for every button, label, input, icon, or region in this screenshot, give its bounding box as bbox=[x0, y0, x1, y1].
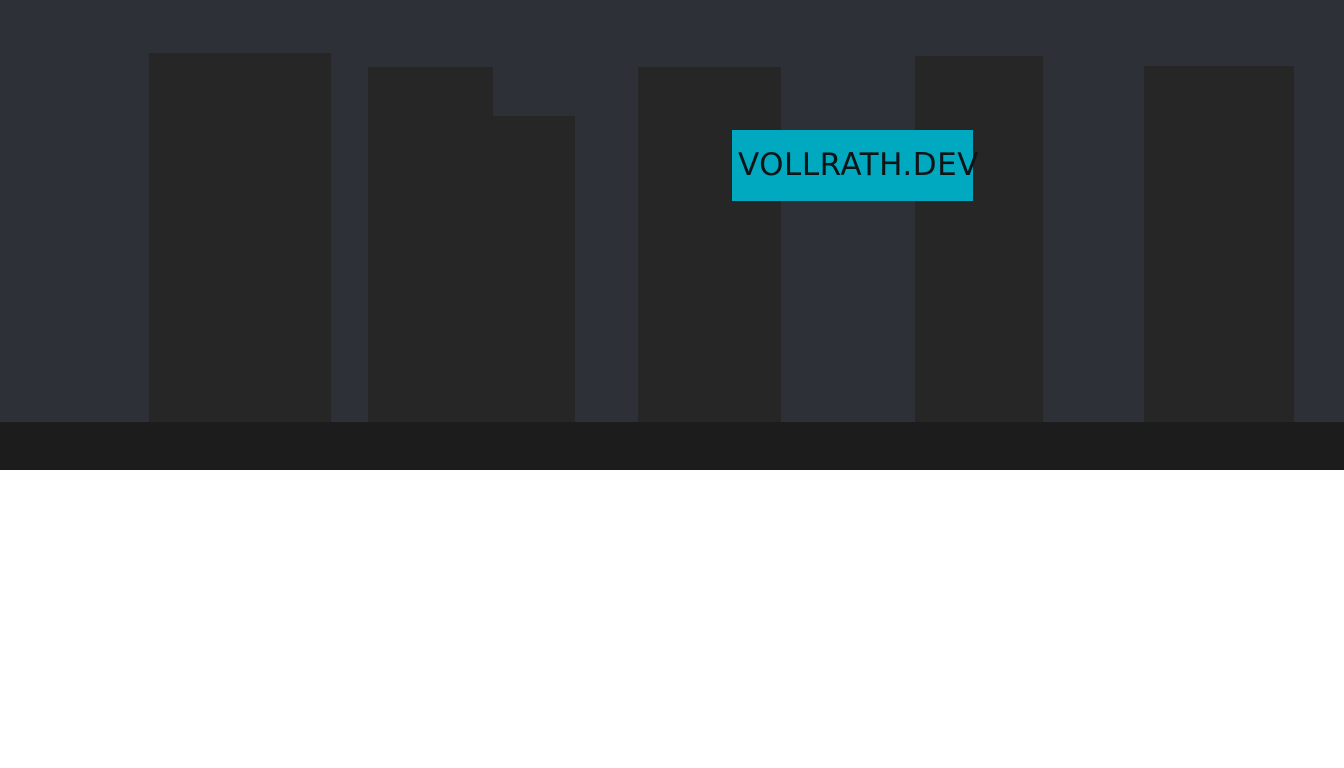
building-silhouette bbox=[368, 67, 493, 422]
building-silhouette bbox=[915, 56, 1043, 422]
hero-ground-strip bbox=[0, 422, 1344, 470]
building-silhouette bbox=[493, 116, 575, 422]
page-content-area bbox=[0, 470, 1344, 768]
building-silhouette bbox=[638, 67, 781, 422]
hero-banner: VOLLRATH.DEV bbox=[0, 0, 1344, 422]
site-logo-link[interactable]: VOLLRATH.DEV bbox=[732, 130, 978, 201]
building-silhouette bbox=[149, 53, 331, 422]
building-silhouette bbox=[1144, 66, 1294, 422]
